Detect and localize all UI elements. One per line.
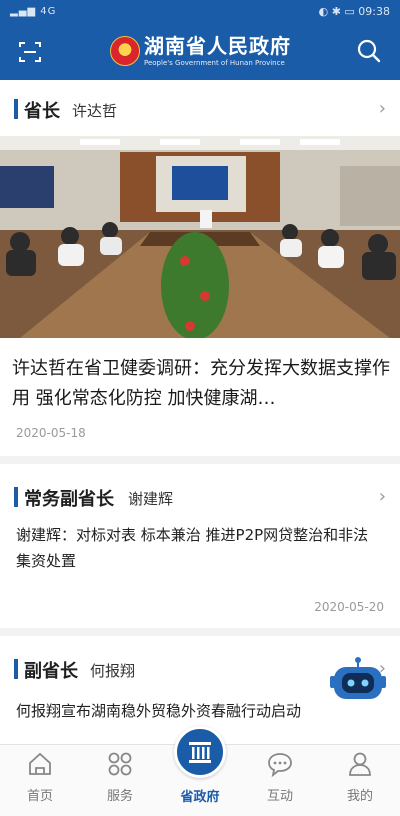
section-person-name: 何报翔 — [90, 662, 136, 680]
chevron-right-icon[interactable]: › — [379, 486, 386, 507]
section-role: 省长 — [24, 101, 60, 122]
home-icon — [29, 752, 51, 775]
status-bar: ▂▄▆ 4G ◐ ✱ ▭ 09:38 — [0, 0, 400, 24]
section-role: 副省长 — [24, 661, 78, 682]
national-emblem-logo — [110, 36, 140, 66]
tab-home[interactable]: 首页 — [0, 751, 80, 811]
robot-assistant-icon[interactable] — [330, 656, 386, 704]
section-role: 常务副省长 — [24, 489, 114, 510]
tab-interaction[interactable]: 互动 — [240, 751, 320, 811]
news-headline[interactable]: 何报翔宣布湖南稳外贸稳外资春融行动启动 — [16, 698, 336, 724]
news-date: 2020-05-20 — [314, 600, 384, 614]
section-executive-vice-governor[interactable]: 常务副省长 谢建辉 › — [0, 482, 400, 512]
profile-icon — [349, 752, 371, 776]
chevron-right-icon[interactable]: › — [379, 98, 386, 119]
tab-label: 服务 — [106, 789, 133, 804]
tab-label: 首页 — [26, 789, 53, 804]
section-accent-bar — [14, 99, 18, 119]
tab-provincial-government[interactable]: 省政府 — [164, 726, 236, 814]
app-title: 湖南省人民政府 People's Government of Hunan Pro… — [144, 34, 304, 68]
section-divider — [0, 628, 400, 636]
section-accent-bar — [14, 487, 18, 507]
signal-indicator: ▂▄▆ 4G — [10, 6, 57, 17]
app-title-cn: 湖南省人民政府 — [144, 34, 291, 58]
news-headline[interactable]: 谢建辉：对标对表 标本兼治 推进P2P网贷整治和非法集资处置 — [16, 522, 380, 574]
section-governor[interactable]: 省长 许达哲 › — [0, 94, 400, 124]
center-tab-button[interactable] — [174, 726, 226, 778]
search-icon[interactable] — [356, 38, 382, 64]
government-building-icon — [189, 742, 211, 763]
news-headline[interactable]: 许达哲在省卫健委调研：充分发挥大数据支撑作用 强化常态化防控 加快健康湖… — [12, 354, 392, 414]
tab-services[interactable]: 服务 — [80, 751, 160, 811]
app-header: 湖南省人民政府 People's Government of Hunan Pro… — [0, 24, 400, 80]
section-person-name: 许达哲 — [72, 102, 118, 120]
tab-label: 互动 — [266, 789, 293, 804]
news-photo[interactable] — [0, 136, 400, 338]
news-date: 2020-05-18 — [16, 426, 86, 440]
section-accent-bar — [14, 659, 18, 679]
section-divider — [0, 456, 400, 464]
scan-icon[interactable] — [18, 40, 42, 64]
tab-label: 我的 — [346, 789, 373, 804]
grid-icon — [108, 752, 132, 776]
section-person-name: 谢建辉 — [128, 490, 174, 508]
tab-label: 省政府 — [180, 790, 220, 805]
tab-profile[interactable]: 我的 — [320, 751, 400, 811]
chat-icon — [268, 753, 292, 777]
status-icons-time: ◐ ✱ ▭ 09:38 — [318, 5, 390, 18]
app-title-en: People's Government of Hunan Province — [144, 59, 285, 67]
